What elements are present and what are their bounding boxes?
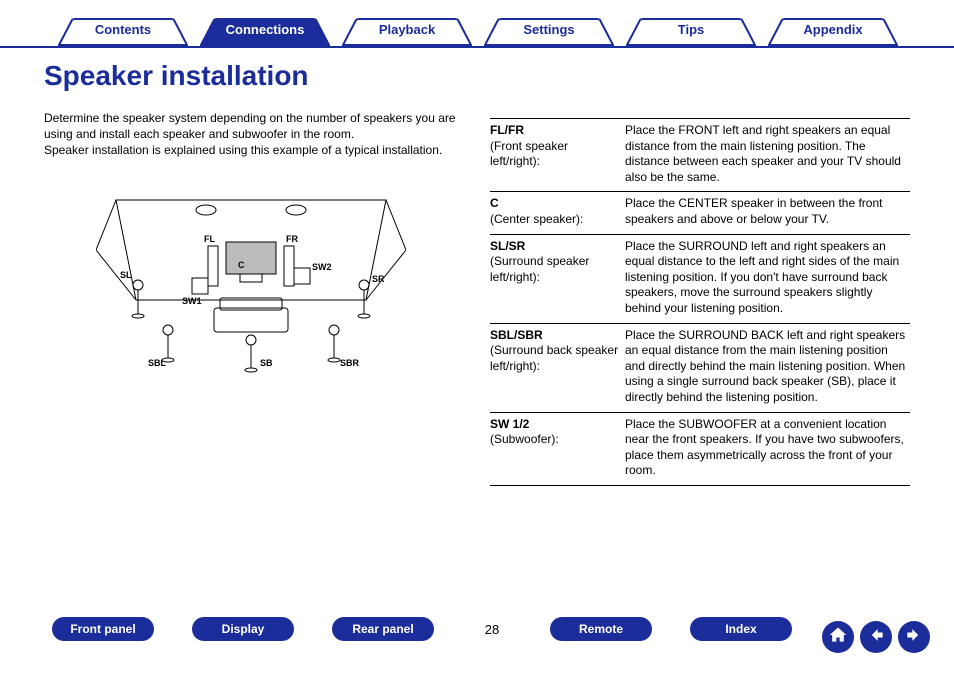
- svg-text:SR: SR: [372, 274, 385, 284]
- speaker-key: SL/SR(Surround speaker left/right):: [490, 239, 625, 317]
- tab-label: Connections: [226, 22, 305, 37]
- speaker-desc: Place the SUBWOOFER at a convenient loca…: [625, 417, 910, 479]
- arrow-left-icon: [866, 625, 886, 650]
- svg-text:C: C: [238, 260, 245, 270]
- home-icon: [828, 625, 848, 650]
- speaker-key: FL/FR(Front speaker left/right):: [490, 123, 625, 185]
- svg-text:SB: SB: [260, 358, 273, 368]
- svg-text:SBR: SBR: [340, 358, 360, 368]
- speaker-desc: Place the SURROUND left and right speake…: [625, 239, 910, 317]
- table-row: FL/FR(Front speaker left/right): Place t…: [490, 118, 910, 191]
- table-row: SW 1/2(Subwoofer): Place the SUBWOOFER a…: [490, 412, 910, 486]
- next-page-button[interactable]: [898, 621, 930, 653]
- nav-rear-panel[interactable]: Rear panel: [332, 617, 434, 641]
- table-row: SL/SR(Surround speaker left/right): Plac…: [490, 234, 910, 323]
- page-nav-icons: [822, 621, 930, 653]
- nav-remote[interactable]: Remote: [550, 617, 652, 641]
- tab-label: Appendix: [803, 22, 862, 37]
- svg-text:SL: SL: [120, 270, 132, 280]
- page-title: Speaker installation: [44, 60, 309, 92]
- bottom-nav: Front panel Display Rear panel 28 Remote…: [0, 609, 954, 649]
- tab-playback[interactable]: Playback: [342, 18, 472, 46]
- svg-text:FR: FR: [286, 234, 298, 244]
- page-number: 28: [472, 622, 512, 637]
- intro-para-2: Speaker installation is explained using …: [44, 142, 464, 158]
- tab-connections[interactable]: Connections: [200, 18, 330, 46]
- nav-index[interactable]: Index: [690, 617, 792, 641]
- tab-label: Playback: [379, 22, 435, 37]
- speaker-desc: Place the CENTER speaker in between the …: [625, 196, 910, 227]
- home-button[interactable]: [822, 621, 854, 653]
- svg-text:SW2: SW2: [312, 262, 332, 272]
- intro-text: Determine the speaker system depending o…: [44, 110, 464, 159]
- prev-page-button[interactable]: [860, 621, 892, 653]
- table-row: C(Center speaker): Place the CENTER spea…: [490, 191, 910, 233]
- tab-label: Settings: [523, 22, 574, 37]
- speaker-description-table: FL/FR(Front speaker left/right): Place t…: [490, 118, 910, 486]
- top-tab-strip: Contents Connections Playback Settings T…: [0, 14, 954, 48]
- svg-text:SW1: SW1: [182, 296, 202, 306]
- tab-settings[interactable]: Settings: [484, 18, 614, 46]
- tab-tips[interactable]: Tips: [626, 18, 756, 46]
- speaker-key: C(Center speaker):: [490, 196, 625, 227]
- speaker-key: SBL/SBR(Surround back speaker left/right…: [490, 328, 625, 406]
- tab-label: Tips: [678, 22, 705, 37]
- tab-label: Contents: [95, 22, 151, 37]
- speaker-layout-diagram: SL FL C FR SR SW1 SW2 SBL SB SBR: [96, 190, 406, 380]
- svg-text:FL: FL: [204, 234, 215, 244]
- table-row: SBL/SBR(Surround back speaker left/right…: [490, 323, 910, 412]
- intro-para-1: Determine the speaker system depending o…: [44, 110, 464, 142]
- arrow-right-icon: [904, 625, 924, 650]
- speaker-desc: Place the SURROUND BACK left and right s…: [625, 328, 910, 406]
- svg-text:SBL: SBL: [148, 358, 167, 368]
- nav-display[interactable]: Display: [192, 617, 294, 641]
- tab-contents[interactable]: Contents: [58, 18, 188, 46]
- nav-front-panel[interactable]: Front panel: [52, 617, 154, 641]
- speaker-key: SW 1/2(Subwoofer):: [490, 417, 625, 479]
- tab-appendix[interactable]: Appendix: [768, 18, 898, 46]
- speaker-desc: Place the FRONT left and right speakers …: [625, 123, 910, 185]
